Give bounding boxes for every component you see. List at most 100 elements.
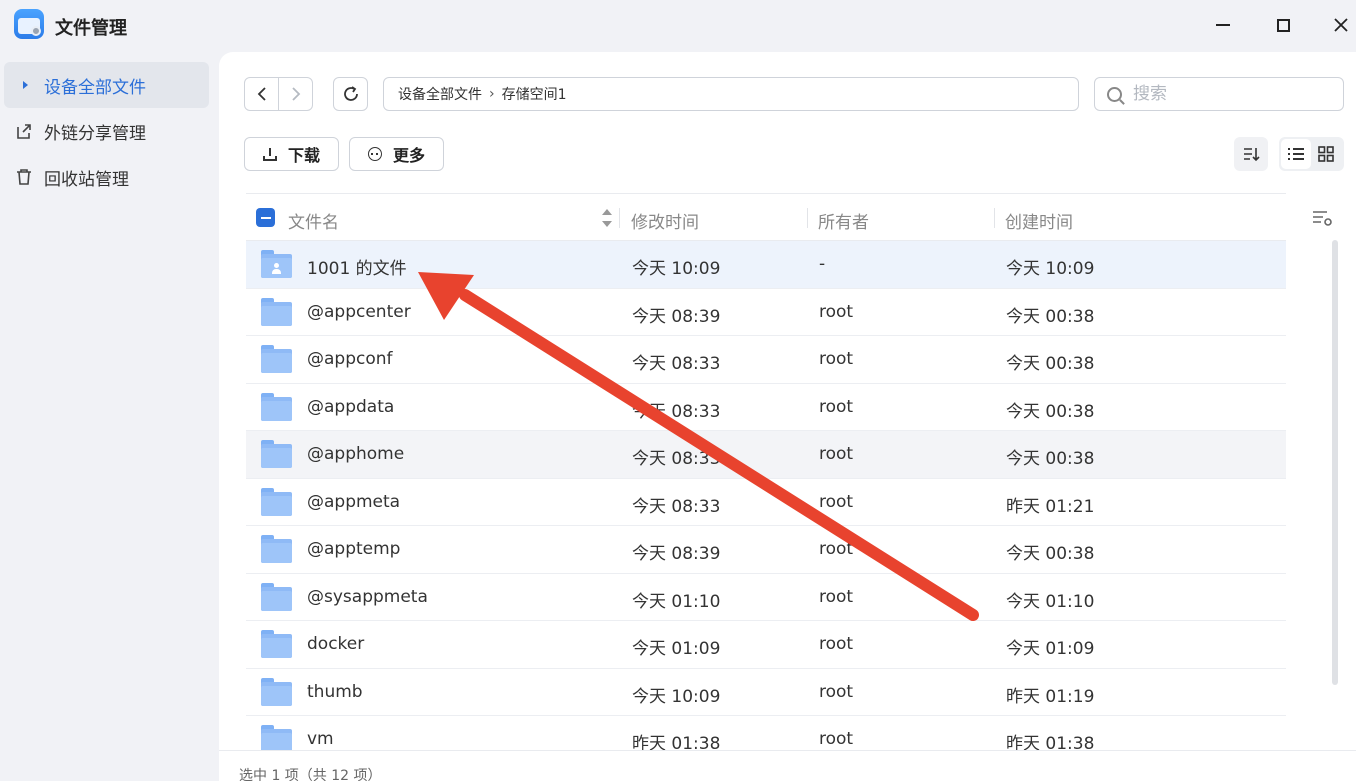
maximize-icon xyxy=(1276,18,1290,32)
selection-status: 选中 1 项（共 12 项） xyxy=(239,768,382,781)
folder-icon xyxy=(261,345,292,373)
table-row[interactable]: thumb 今天 10:09 root 昨天 01:19 xyxy=(246,669,1286,716)
refresh-button[interactable] xyxy=(333,77,368,111)
folder-icon xyxy=(261,440,292,468)
table-row[interactable]: @apptemp 今天 08:39 root 今天 00:38 xyxy=(246,526,1286,574)
folder-icon xyxy=(261,630,292,658)
search-box[interactable] xyxy=(1094,77,1344,111)
chevron-left-icon xyxy=(257,87,266,101)
file-name: @sysappmeta xyxy=(307,586,428,607)
vertical-scrollbar[interactable] xyxy=(1332,240,1338,685)
sidebar-item-all-files[interactable]: 设备全部文件 xyxy=(4,62,209,108)
file-name: @appmeta xyxy=(307,491,401,512)
sort-button[interactable] xyxy=(1234,137,1268,171)
created-time: 昨天 01:38 xyxy=(1006,734,1095,750)
list-view-button[interactable] xyxy=(1281,139,1311,169)
back-button[interactable] xyxy=(245,78,278,110)
modified-time: 今天 08:39 xyxy=(632,544,721,564)
modified-time: 今天 08:39 xyxy=(632,306,721,327)
more-button[interactable]: 更多 xyxy=(349,137,444,171)
owner: root xyxy=(819,681,854,702)
owner: root xyxy=(819,586,854,607)
table-row[interactable]: @appconf 今天 08:33 root 今天 00:38 xyxy=(246,336,1286,384)
more-label: 更多 xyxy=(392,146,425,165)
search-icon xyxy=(1107,86,1122,102)
created-time: 今天 01:09 xyxy=(1006,639,1095,659)
modified-time: 今天 08:33 xyxy=(632,496,721,517)
column-header-owner[interactable]: 所有者 xyxy=(818,208,869,233)
table-row[interactable]: @apphome 今天 08:33 root 今天 00:38 xyxy=(246,431,1286,479)
folder-icon xyxy=(261,535,292,563)
chevron-right-icon xyxy=(291,87,300,101)
history-nav xyxy=(244,77,313,111)
modified-time: 今天 08:33 xyxy=(632,354,721,374)
file-table: 文件名 修改时间 所有者 创建时间 1001 的文件 今天 10:09 - 今天… xyxy=(246,193,1286,750)
status-bar: 选中 1 项（共 12 项） xyxy=(219,750,1356,781)
user-folder-icon xyxy=(261,250,292,278)
select-all-checkbox[interactable] xyxy=(256,208,275,227)
close-button[interactable] xyxy=(1326,10,1356,40)
owner: root xyxy=(819,396,854,417)
breadcrumb-item[interactable]: 存储空间1 xyxy=(502,84,567,104)
table-row[interactable]: @appcenter 今天 08:39 root 今天 00:38 xyxy=(246,289,1286,336)
created-time: 今天 10:09 xyxy=(1006,259,1095,279)
created-time: 昨天 01:21 xyxy=(1006,496,1095,517)
column-settings-icon xyxy=(1313,211,1332,226)
grid-view-button[interactable] xyxy=(1311,139,1341,169)
list-view-icon xyxy=(1288,148,1304,160)
search-input[interactable] xyxy=(1133,84,1323,104)
download-button[interactable]: 下载 xyxy=(244,137,339,171)
sidebar-item-recycle-bin[interactable]: 回收站管理 xyxy=(4,154,209,200)
file-name: @appdata xyxy=(307,396,395,417)
table-row[interactable]: 1001 的文件 今天 10:09 - 今天 10:09 xyxy=(246,241,1286,289)
owner: root xyxy=(819,634,854,654)
share-link-icon xyxy=(4,122,44,140)
file-name: 1001 的文件 xyxy=(307,259,407,279)
app-title: 文件管理 xyxy=(55,18,127,39)
column-header-name[interactable]: 文件名 xyxy=(288,208,339,233)
table-header: 文件名 修改时间 所有者 创建时间 xyxy=(246,193,1286,241)
view-toggle xyxy=(1279,137,1344,171)
maximize-button[interactable] xyxy=(1268,10,1298,40)
owner: root xyxy=(819,301,854,322)
forward-button[interactable] xyxy=(279,78,312,110)
folder-icon xyxy=(261,677,292,706)
table-row[interactable]: @sysappmeta 今天 01:10 root 今天 01:10 xyxy=(246,574,1286,621)
folder-icon xyxy=(261,487,292,516)
table-row[interactable]: vm 昨天 01:38 root 昨天 01:38 xyxy=(246,716,1286,750)
table-row[interactable]: @appmeta 今天 08:33 root 昨天 01:21 xyxy=(246,479,1286,526)
owner: - xyxy=(819,254,826,274)
minimize-button[interactable] xyxy=(1208,10,1238,40)
breadcrumb[interactable]: 设备全部文件 › 存储空间1 xyxy=(383,77,1079,111)
breadcrumb-item[interactable]: 设备全部文件 xyxy=(398,84,482,104)
column-settings-button[interactable] xyxy=(1312,208,1334,228)
folder-icon xyxy=(261,392,292,421)
modified-time: 今天 08:33 xyxy=(632,401,721,422)
main-panel: 设备全部文件 › 存储空间1 下载 更多 文件名 修改时间 所有者 xyxy=(219,52,1356,781)
table-row[interactable]: docker 今天 01:09 root 今天 01:09 xyxy=(246,621,1286,669)
folder-icon xyxy=(261,582,292,611)
minimize-icon xyxy=(1216,24,1230,26)
file-name: thumb xyxy=(307,681,363,702)
created-time: 今天 00:38 xyxy=(1006,306,1095,327)
table-row[interactable]: @appdata 今天 08:33 root 今天 00:38 xyxy=(246,384,1286,431)
column-header-modified[interactable]: 修改时间 xyxy=(631,208,699,233)
sidebar-item-share-links[interactable]: 外链分享管理 xyxy=(4,108,209,154)
owner: root xyxy=(819,349,854,369)
column-header-created[interactable]: 创建时间 xyxy=(1005,208,1073,233)
chevron-right-icon: › xyxy=(489,86,495,102)
created-time: 今天 00:38 xyxy=(1006,401,1095,422)
sort-arrows-icon[interactable] xyxy=(602,209,612,227)
folder-icon xyxy=(261,725,292,750)
modified-time: 今天 10:09 xyxy=(632,686,721,707)
file-manager-app-icon xyxy=(14,9,44,39)
created-time: 今天 00:38 xyxy=(1006,544,1095,564)
created-time: 今天 00:38 xyxy=(1006,449,1095,469)
modified-time: 昨天 01:38 xyxy=(632,734,721,750)
file-name: @apphome xyxy=(307,444,405,464)
owner: root xyxy=(819,444,854,464)
sidebar-item-label: 回收站管理 xyxy=(44,169,129,190)
table-body: 1001 的文件 今天 10:09 - 今天 10:09 @appcenter … xyxy=(246,241,1286,750)
title-bar: 文件管理 xyxy=(0,0,1356,52)
trash-icon xyxy=(4,168,44,186)
